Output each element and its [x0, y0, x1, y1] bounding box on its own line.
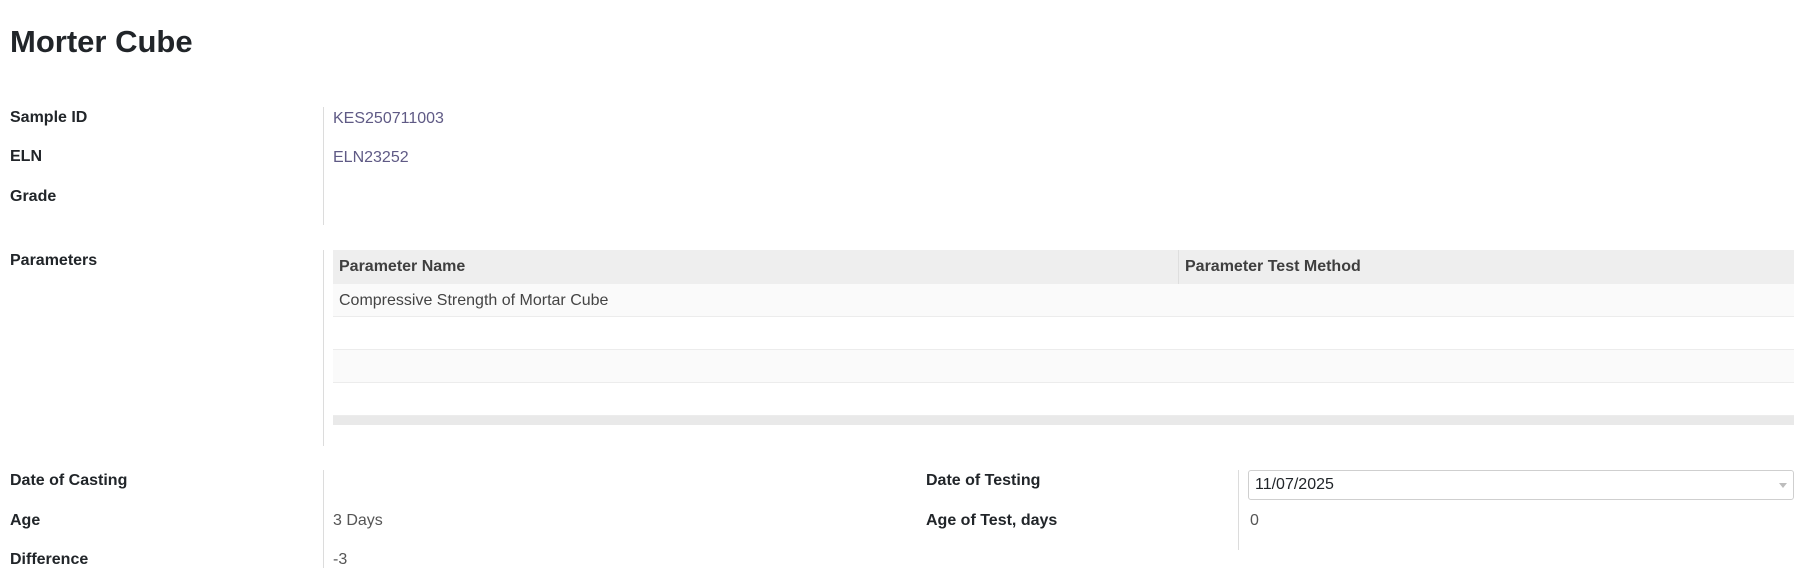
table-row[interactable] — [333, 350, 1794, 383]
age-of-test-label: Age of Test, days — [926, 512, 1058, 529]
column-header-parameter-name[interactable]: Parameter Name — [333, 250, 1179, 284]
sample-id-label: Sample ID — [10, 109, 88, 126]
table-header: Parameter Name Parameter Test Method — [333, 250, 1794, 284]
section-divider — [323, 250, 324, 446]
parameters-label: Parameters — [10, 252, 98, 269]
parameter-name-cell: Compressive Strength of Mortar Cube — [339, 292, 609, 309]
section-divider — [1238, 470, 1239, 550]
difference-value: -3 — [333, 551, 348, 568]
date-of-testing-value: 11/07/2025 — [1255, 476, 1334, 493]
section-divider — [323, 470, 324, 568]
horizontal-scrollbar[interactable] — [333, 416, 1794, 425]
table-row[interactable] — [333, 317, 1794, 350]
eln-value[interactable]: ELN23252 — [333, 149, 409, 167]
date-of-casting-label: Date of Casting — [10, 472, 128, 489]
page-title: Morter Cube — [10, 24, 193, 59]
column-header-parameter-test-method[interactable]: Parameter Test Method — [1179, 250, 1794, 284]
age-value: 3 Days — [333, 512, 383, 529]
age-label: Age — [10, 512, 41, 529]
section-divider — [323, 107, 324, 225]
date-of-testing-label: Date of Testing — [926, 472, 1041, 489]
date-of-testing-field[interactable]: 11/07/2025 — [1248, 470, 1794, 500]
eln-label: ELN — [10, 148, 42, 165]
table-row[interactable]: Compressive Strength of Mortar Cube — [333, 284, 1794, 317]
grade-label: Grade — [10, 188, 57, 205]
parameters-table: Parameter Name Parameter Test Method Com… — [333, 250, 1794, 425]
difference-label: Difference — [10, 551, 89, 568]
table-row[interactable] — [333, 383, 1794, 416]
age-of-test-value: 0 — [1250, 512, 1259, 529]
chevron-down-icon[interactable] — [1779, 483, 1787, 488]
sample-id-value[interactable]: KES250711003 — [333, 110, 444, 128]
